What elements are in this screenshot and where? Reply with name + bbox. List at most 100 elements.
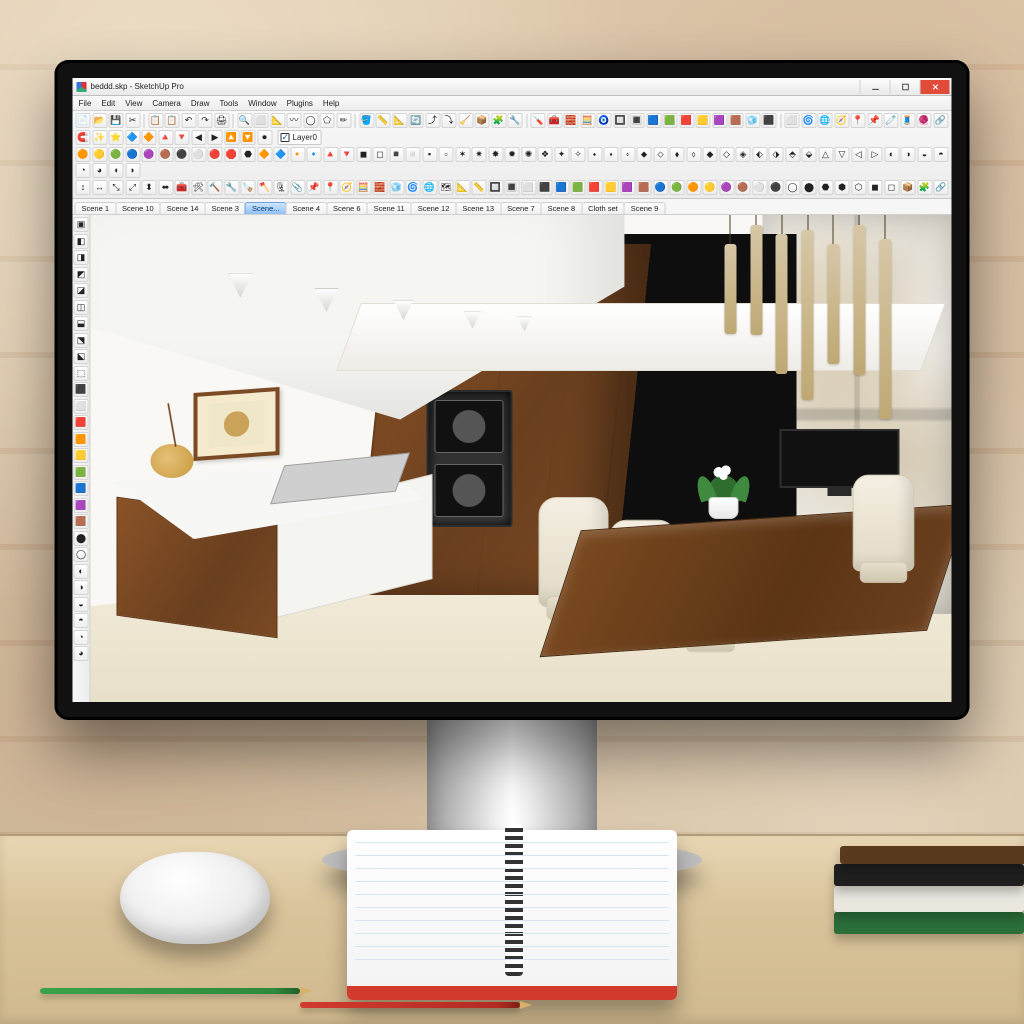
toolbar-button[interactable]: 🧷 bbox=[884, 113, 899, 128]
toolbar-button[interactable]: 〰 bbox=[287, 113, 302, 128]
menu-plugins[interactable]: Plugins bbox=[287, 99, 313, 108]
layer-visible-checkbox[interactable] bbox=[281, 133, 290, 142]
toolbar-button[interactable]: 🧩 bbox=[917, 180, 932, 195]
toolbar-button[interactable]: 📌 bbox=[867, 113, 882, 128]
toolbar-button[interactable]: ⬜ bbox=[785, 113, 800, 128]
toolbar-button[interactable]: ↕ bbox=[76, 180, 91, 195]
scene-tab[interactable]: Scene 12 bbox=[411, 202, 457, 214]
toolbar-button[interactable]: 🔸 bbox=[290, 147, 305, 162]
toolbar-button[interactable]: 📐 bbox=[270, 113, 285, 128]
toolbar-button[interactable]: 🟢 bbox=[109, 147, 124, 162]
toolbar-button[interactable]: ⬣ bbox=[818, 180, 833, 195]
side-toolbar-button[interactable]: ⬤ bbox=[74, 531, 89, 546]
toolbar-button[interactable]: ✧ bbox=[571, 147, 586, 162]
side-toolbar-button[interactable]: ◑ bbox=[74, 580, 89, 595]
toolbar-button[interactable]: 📐 bbox=[392, 113, 407, 128]
side-toolbar-button[interactable]: 🟥 bbox=[74, 415, 89, 430]
toolbar-button[interactable]: 🔹 bbox=[307, 147, 322, 162]
toolbar-button[interactable]: 🟡 bbox=[92, 147, 107, 162]
toolbar-button[interactable]: 🟡 bbox=[703, 180, 718, 195]
toolbar-button[interactable]: 📄 bbox=[76, 113, 91, 128]
toolbar-button[interactable]: 🟤 bbox=[736, 180, 751, 195]
toolbar-button[interactable]: 🟠 bbox=[76, 147, 91, 162]
toolbar-button[interactable]: 🔺 bbox=[323, 147, 338, 162]
toolbar-button[interactable]: ⬦ bbox=[653, 147, 668, 162]
toolbar-button[interactable]: 🟨 bbox=[604, 180, 619, 195]
toolbar-button[interactable]: 🗜 bbox=[274, 180, 289, 195]
toolbar-button[interactable]: ⤢ bbox=[125, 180, 140, 195]
side-toolbar-button[interactable]: 🟪 bbox=[74, 498, 89, 513]
toolbar-button[interactable]: 🔳 bbox=[505, 180, 520, 195]
toolbar-button[interactable]: ◐ bbox=[884, 147, 899, 162]
toolbar-button[interactable]: ⚪ bbox=[752, 180, 767, 195]
toolbar-button[interactable]: 🟦 bbox=[646, 113, 661, 128]
toolbar-button[interactable]: ▽ bbox=[835, 147, 850, 162]
toolbar-button[interactable]: ⬤ bbox=[802, 180, 817, 195]
toolbar-button[interactable]: ✸ bbox=[488, 147, 503, 162]
close-button[interactable] bbox=[920, 80, 950, 94]
toolbar-button[interactable]: 🧹 bbox=[458, 113, 473, 128]
toolbar-button[interactable]: ▪ bbox=[422, 147, 437, 162]
scene-tab[interactable]: Scene 10 bbox=[115, 202, 161, 214]
toolbar-button[interactable]: 📎 bbox=[290, 180, 305, 195]
toolbar-button[interactable]: 🧊 bbox=[389, 180, 404, 195]
toolbar-button[interactable]: 🧭 bbox=[834, 113, 849, 128]
scene-tab[interactable]: Scene 6 bbox=[326, 202, 368, 214]
toolbar-button[interactable]: 📌 bbox=[307, 180, 322, 195]
toolbar-button[interactable]: △ bbox=[818, 147, 833, 162]
toolbar-button[interactable]: ◓ bbox=[934, 147, 949, 162]
toolbar-button[interactable]: ⬢ bbox=[835, 180, 850, 195]
toolbar-button[interactable]: 📐 bbox=[455, 180, 470, 195]
toolbar-button[interactable]: 🛠 bbox=[191, 180, 206, 195]
toolbar-button[interactable]: 🔺 bbox=[158, 130, 173, 145]
toolbar-button[interactable]: ⬠ bbox=[320, 113, 335, 128]
toolbar-button[interactable]: ◀ bbox=[191, 130, 206, 145]
toolbar-button[interactable]: ✷ bbox=[472, 147, 487, 162]
toolbar-button[interactable]: ◽ bbox=[406, 147, 421, 162]
toolbar-button[interactable]: ⬥ bbox=[637, 147, 652, 162]
side-toolbar-button[interactable]: ▣ bbox=[74, 217, 89, 232]
minimize-button[interactable] bbox=[860, 80, 890, 94]
toolbar-button[interactable]: ⬫ bbox=[620, 147, 635, 162]
side-toolbar-button[interactable]: ◩ bbox=[74, 267, 89, 282]
toolbar-button[interactable]: ⤡ bbox=[109, 180, 124, 195]
layer-selector[interactable]: Layer0 bbox=[278, 130, 322, 145]
toolbar-button[interactable]: 🔶 bbox=[257, 147, 272, 162]
toolbar-button[interactable]: 💾 bbox=[109, 113, 124, 128]
toolbar-button[interactable]: ✹ bbox=[505, 147, 520, 162]
side-toolbar-button[interactable]: 🟫 bbox=[74, 514, 89, 529]
side-toolbar-button[interactable]: ◕ bbox=[74, 646, 89, 661]
toolbar-button[interactable]: 📋 bbox=[165, 113, 180, 128]
menu-camera[interactable]: Camera bbox=[152, 99, 180, 108]
toolbar-button[interactable]: ⬜ bbox=[521, 180, 536, 195]
toolbar-button[interactable]: 🔴 bbox=[208, 147, 223, 162]
side-toolbar-button[interactable]: ◧ bbox=[74, 234, 89, 249]
toolbar-button[interactable]: ↶ bbox=[181, 113, 196, 128]
toolbar-button[interactable]: ⬨ bbox=[686, 147, 701, 162]
toolbar-button[interactable]: ✂ bbox=[125, 113, 140, 128]
toolbar-button[interactable]: ◖ bbox=[109, 163, 124, 178]
toolbar-button[interactable]: 🟩 bbox=[571, 180, 586, 195]
toolbar-button[interactable]: 🌐 bbox=[422, 180, 437, 195]
toolbar-button[interactable]: 🔲 bbox=[613, 113, 628, 128]
toolbar-button[interactable]: ⬛ bbox=[762, 113, 777, 128]
toolbar-button[interactable]: ↷ bbox=[198, 113, 213, 128]
toolbar-button[interactable]: ◯ bbox=[785, 180, 800, 195]
toolbar-button[interactable]: 🔼 bbox=[224, 130, 239, 145]
toolbar-button[interactable]: ◼ bbox=[868, 180, 883, 195]
toolbar-button[interactable]: ⬛ bbox=[538, 180, 553, 195]
menu-edit[interactable]: Edit bbox=[101, 99, 115, 108]
toolbar-button[interactable]: ◆ bbox=[703, 147, 718, 162]
toolbar-button[interactable]: 🔗 bbox=[933, 113, 948, 128]
toolbar-button[interactable]: ⬜ bbox=[254, 113, 269, 128]
side-toolbar-button[interactable]: ◔ bbox=[74, 630, 89, 645]
toolbar-button[interactable]: ▫ bbox=[439, 147, 454, 162]
scene-tab[interactable]: Scene 13 bbox=[455, 202, 501, 214]
toolbar-button[interactable]: 📦 bbox=[475, 113, 490, 128]
toolbar-button[interactable]: 📋 bbox=[148, 113, 163, 128]
toolbar-button[interactable]: ⬪ bbox=[604, 147, 619, 162]
toolbar-button[interactable]: ⬩ bbox=[587, 147, 602, 162]
toolbar-button[interactable]: ↔ bbox=[92, 180, 107, 195]
toolbar-button[interactable]: 📏 bbox=[376, 113, 391, 128]
side-toolbar-button[interactable]: ⬚ bbox=[74, 366, 89, 381]
